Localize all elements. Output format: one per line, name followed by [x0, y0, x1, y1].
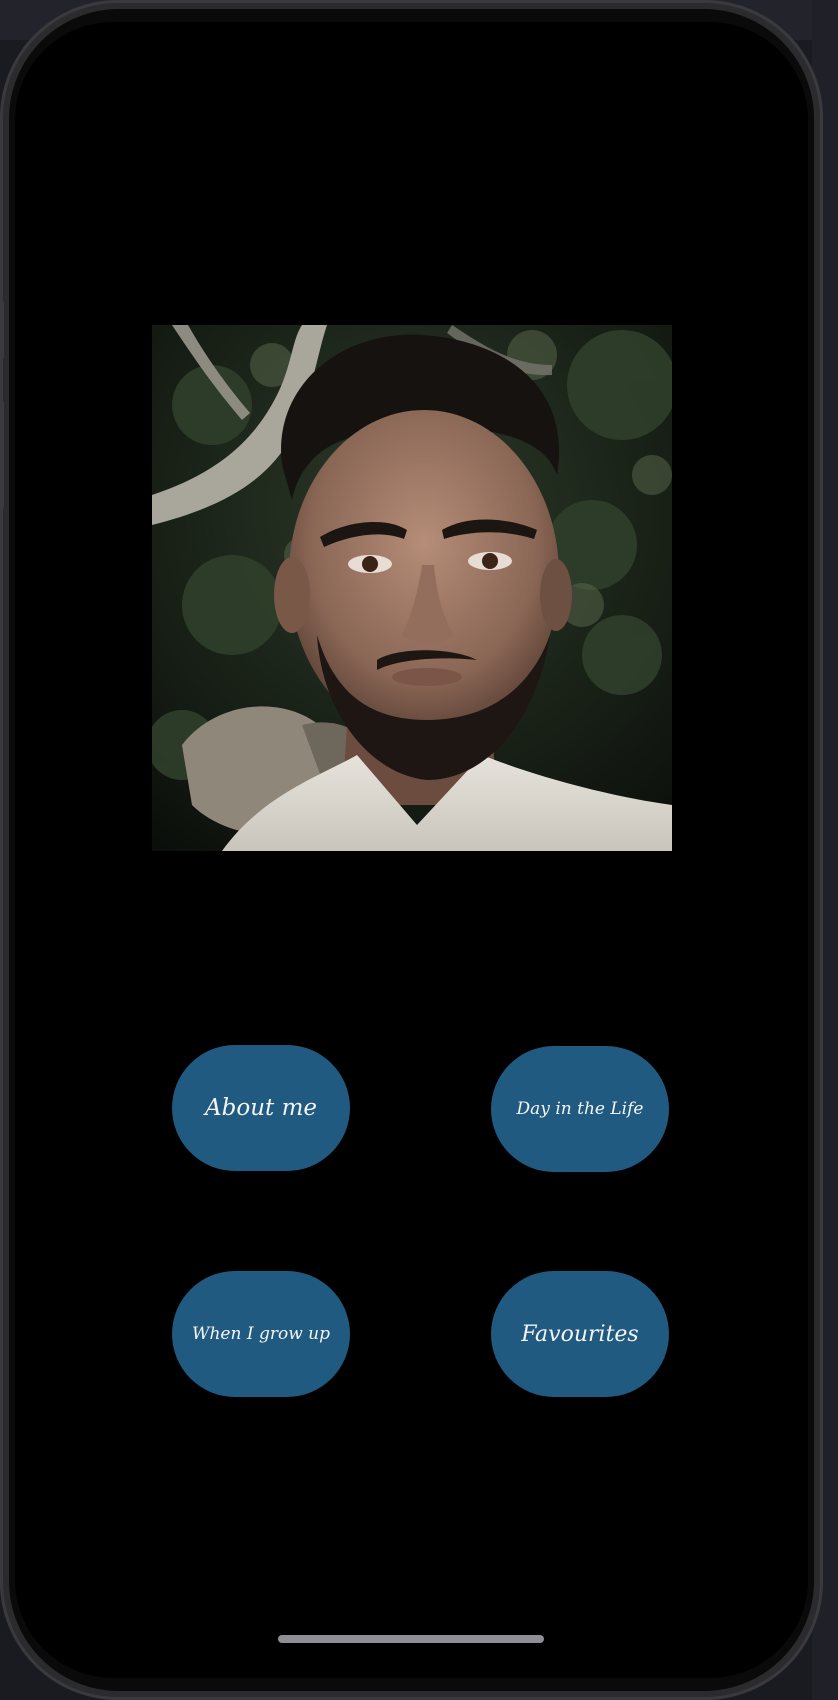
when-i-grow-up-button[interactable]: When I grow up: [172, 1271, 350, 1397]
home-indicator[interactable]: [278, 1635, 544, 1643]
side-button: [0, 400, 4, 510]
favourites-button[interactable]: Favourites: [491, 1271, 669, 1397]
profile-photo-image: [152, 325, 672, 851]
side-button: [0, 300, 4, 360]
app-screen: About me Day in the Life When I grow up …: [15, 22, 808, 1678]
day-in-the-life-button[interactable]: Day in the Life: [491, 1046, 669, 1172]
phone-frame: About me Day in the Life When I grow up …: [0, 0, 823, 1700]
profile-photo: [152, 325, 672, 851]
about-me-button[interactable]: About me: [172, 1045, 350, 1171]
